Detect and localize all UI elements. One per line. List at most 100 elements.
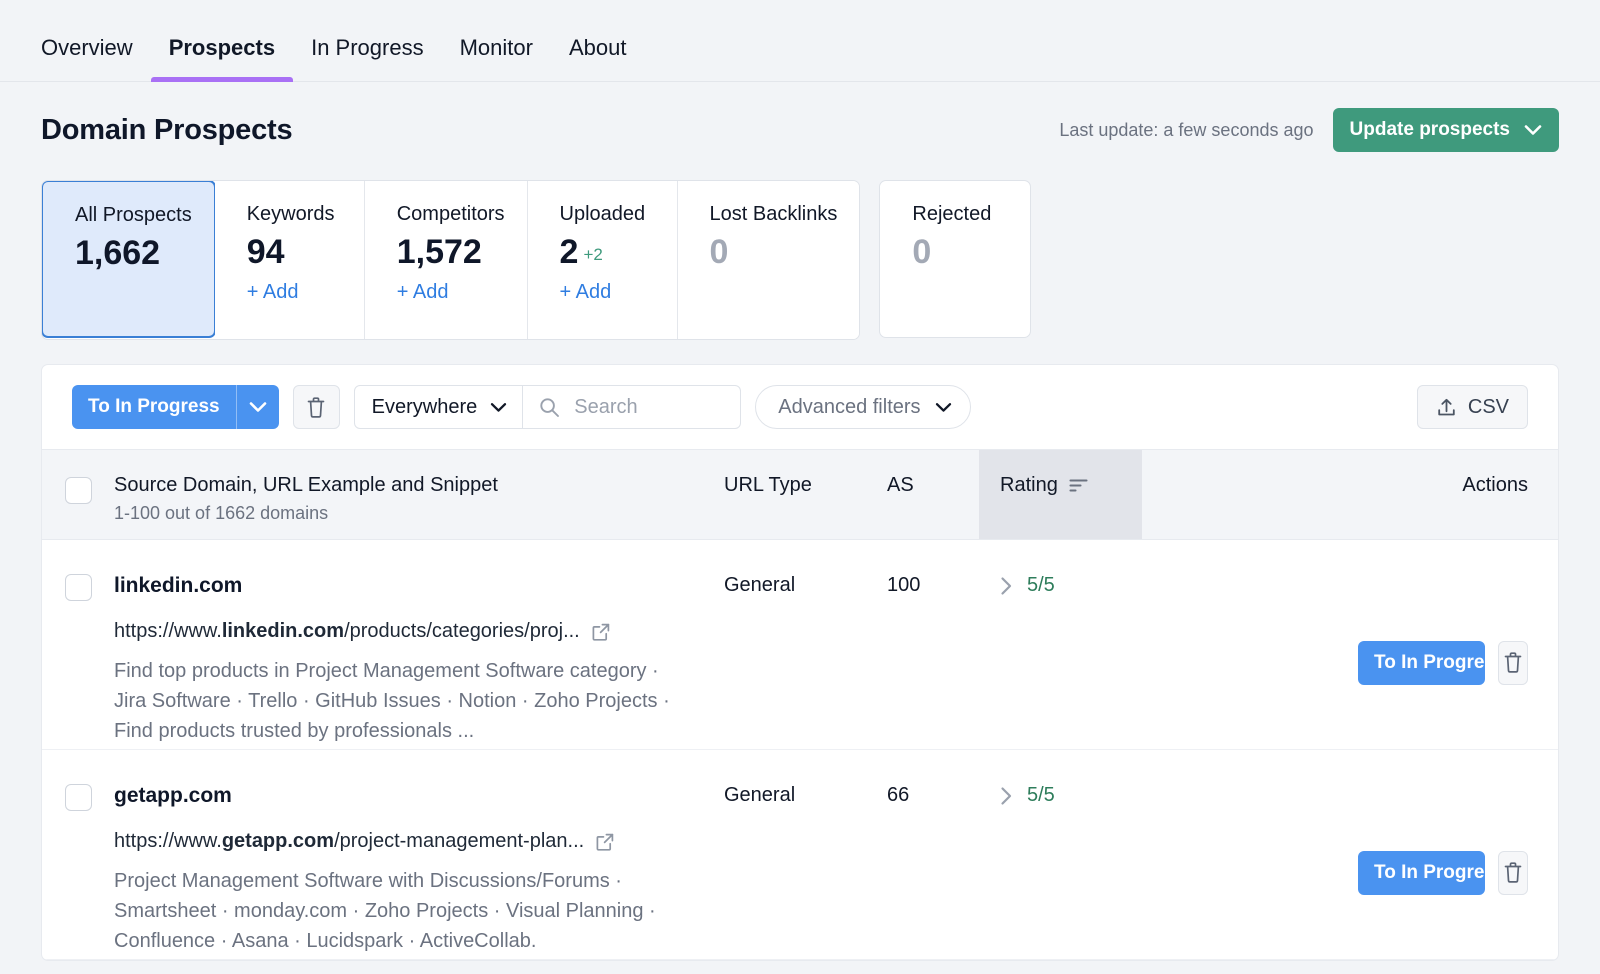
row-domain-url[interactable]: https://www.getapp.com/project-managemen… <box>114 830 724 853</box>
bulk-to-in-progress-label[interactable]: To In Progress <box>72 385 236 429</box>
row-select-checkbox[interactable] <box>65 784 92 811</box>
row-rating-value: 5/5 <box>1027 574 1055 597</box>
add-competitors-link[interactable]: + Add <box>397 281 505 304</box>
row-as-value: 66 <box>887 750 979 959</box>
trash-icon <box>1503 651 1523 674</box>
row-domain-cell: linkedin.com https://www.linkedin.com/pr… <box>114 540 724 749</box>
chevron-down-icon <box>490 402 507 413</box>
top-navigation: Overview Prospects In Progress Monitor A… <box>0 0 1600 82</box>
trash-icon <box>306 396 326 419</box>
stat-label-uploaded: Uploaded <box>560 203 655 226</box>
add-uploaded-link[interactable]: + Add <box>560 281 655 304</box>
search-input[interactable] <box>572 395 724 420</box>
page-title: Domain Prospects <box>41 114 292 147</box>
row-rating-cell: 5/5 <box>979 750 1142 959</box>
row-select-checkbox[interactable] <box>65 574 92 601</box>
search-icon <box>539 397 560 418</box>
column-header-actions: Actions <box>1358 450 1558 539</box>
stat-card-rejected[interactable]: Rejected 0 <box>879 180 1031 338</box>
row-to-in-progress-button[interactable]: To In Progress <box>1358 641 1485 685</box>
row-url-host: linkedin.com <box>222 620 344 642</box>
external-link-icon[interactable] <box>591 622 611 642</box>
row-to-in-progress-label[interactable]: To In Progress <box>1358 641 1485 685</box>
stat-label-all-prospects: All Prospects <box>75 204 192 227</box>
stat-card-all-prospects[interactable]: All Prospects 1,662 <box>41 180 216 338</box>
table-header-row: Source Domain, URL Example and Snippet 1… <box>42 449 1558 540</box>
row-url-type: General <box>724 750 887 959</box>
bulk-to-in-progress-button[interactable]: To In Progress <box>72 385 279 429</box>
select-all-cell <box>42 450 114 539</box>
trash-icon <box>1503 861 1523 884</box>
pagination-summary: 1-100 out of 1662 domains <box>114 503 724 524</box>
row-delete-button[interactable] <box>1498 641 1528 685</box>
stat-label-lost-backlinks: Lost Backlinks <box>710 203 838 226</box>
scope-select[interactable]: Everywhere <box>354 385 524 429</box>
row-domain-snippet: Find top products in Project Management … <box>114 656 694 746</box>
column-header-rating-label: Rating <box>1000 474 1058 497</box>
chevron-down-icon <box>935 402 952 413</box>
column-header-as[interactable]: AS <box>887 450 979 539</box>
row-url-path: /products/categories/proj... <box>344 620 580 642</box>
column-header-domain-label: Source Domain, URL Example and Snippet <box>114 474 724 497</box>
row-to-in-progress-button[interactable]: To In Progress <box>1358 851 1485 895</box>
tab-monitor[interactable]: Monitor <box>442 37 551 81</box>
row-url-type: General <box>724 540 887 749</box>
tab-in-progress-label: In Progress <box>311 35 424 60</box>
stat-card-competitors[interactable]: Competitors 1,572 + Add <box>365 181 528 339</box>
update-prospects-label: Update prospects <box>1350 119 1510 141</box>
export-csv-button[interactable]: CSV <box>1417 385 1528 429</box>
row-domain-cell: getapp.com https://www.getapp.com/projec… <box>114 750 724 959</box>
chevron-right-icon[interactable] <box>1000 786 1013 806</box>
row-url-prefix: https://www. <box>114 830 222 852</box>
stat-label-keywords: Keywords <box>247 203 342 226</box>
column-header-rating[interactable]: Rating <box>979 450 1142 539</box>
row-domain-name[interactable]: getapp.com <box>114 784 724 808</box>
prospects-table-card: To In Progress Everywhere <box>41 364 1559 961</box>
header-actions: Last update: a few seconds ago Update pr… <box>1059 108 1559 152</box>
row-actions-cell: To In Progress <box>1358 750 1558 959</box>
search-box[interactable] <box>523 385 741 429</box>
stat-label-rejected: Rejected <box>912 203 998 226</box>
stat-value-keywords: 94 <box>247 235 342 271</box>
column-header-url-type[interactable]: URL Type <box>724 450 887 539</box>
row-domain-url[interactable]: https://www.linkedin.com/products/catego… <box>114 620 724 643</box>
external-link-icon[interactable] <box>595 832 615 852</box>
stat-card-lost-backlinks[interactable]: Lost Backlinks 0 <box>678 181 860 339</box>
stat-card-uploaded[interactable]: Uploaded 2+2 + Add <box>528 181 678 339</box>
row-spacer <box>1142 750 1358 959</box>
stat-value-lost-backlinks: 0 <box>710 235 838 271</box>
stat-label-competitors: Competitors <box>397 203 505 226</box>
tab-monitor-label: Monitor <box>460 35 533 60</box>
sort-descending-icon[interactable] <box>1069 478 1088 493</box>
row-url-prefix: https://www. <box>114 620 222 642</box>
chevron-down-icon[interactable] <box>237 385 279 429</box>
tab-in-progress[interactable]: In Progress <box>293 37 442 81</box>
row-delete-button[interactable] <box>1498 851 1528 895</box>
select-all-checkbox[interactable] <box>65 477 92 504</box>
tab-prospects[interactable]: Prospects <box>151 37 293 81</box>
chevron-right-icon[interactable] <box>1000 576 1013 596</box>
row-actions-cell: To In Progress <box>1358 540 1558 749</box>
column-header-domain[interactable]: Source Domain, URL Example and Snippet 1… <box>114 450 724 539</box>
stat-card-keywords[interactable]: Keywords 94 + Add <box>215 181 365 339</box>
update-prospects-button[interactable]: Update prospects <box>1333 108 1559 152</box>
advanced-filters-button[interactable]: Advanced filters <box>755 385 970 429</box>
stat-value-uploaded-number: 2 <box>560 233 579 271</box>
row-select-cell <box>42 540 114 749</box>
stat-value-all-prospects: 1,662 <box>75 236 192 272</box>
tab-overview[interactable]: Overview <box>41 37 151 81</box>
stat-card-group: All Prospects 1,662 Keywords 94 + Add Co… <box>41 180 860 340</box>
upload-icon <box>1436 397 1457 418</box>
tab-about[interactable]: About <box>551 37 645 81</box>
add-keywords-link[interactable]: + Add <box>247 281 342 304</box>
page-header: Domain Prospects Last update: a few seco… <box>0 82 1600 156</box>
row-to-in-progress-label[interactable]: To In Progress <box>1358 851 1485 895</box>
export-csv-label: CSV <box>1468 396 1509 419</box>
stat-value-competitors: 1,572 <box>397 235 505 271</box>
stats-row: All Prospects 1,662 Keywords 94 + Add Co… <box>0 156 1600 340</box>
row-domain-snippet: Project Management Software with Discuss… <box>114 866 694 956</box>
row-domain-name[interactable]: linkedin.com <box>114 574 724 598</box>
tab-overview-label: Overview <box>41 35 133 60</box>
bulk-delete-button[interactable] <box>293 385 340 429</box>
row-url-host: getapp.com <box>222 830 334 852</box>
